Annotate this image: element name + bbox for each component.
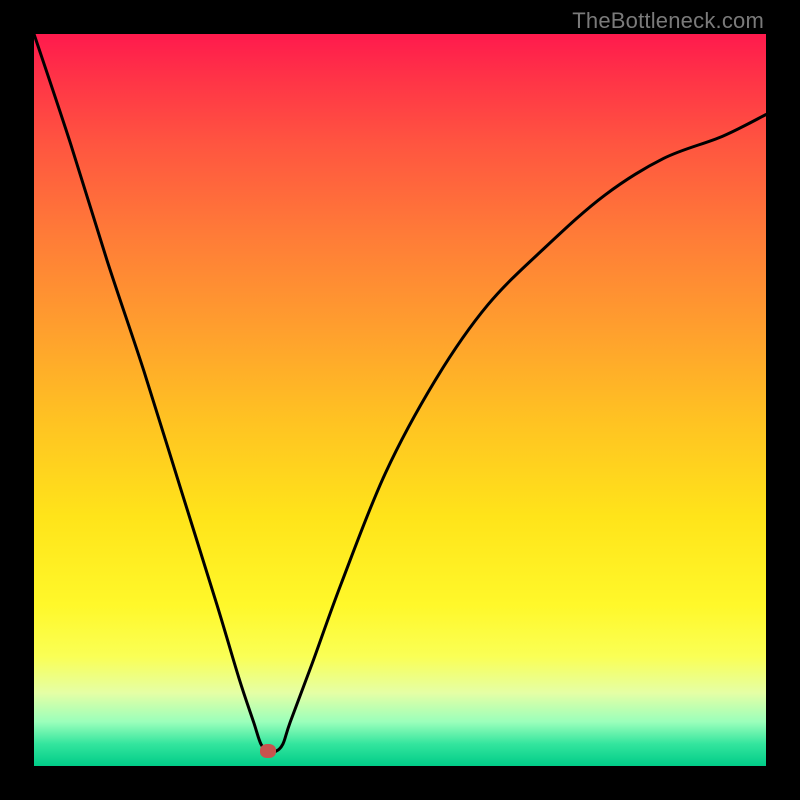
- bottleneck-curve: [34, 34, 766, 766]
- chart-frame: TheBottleneck.com: [0, 0, 800, 800]
- minimum-point-dot: [260, 744, 276, 758]
- watermark-text: TheBottleneck.com: [572, 8, 764, 34]
- plot-area: [34, 34, 766, 766]
